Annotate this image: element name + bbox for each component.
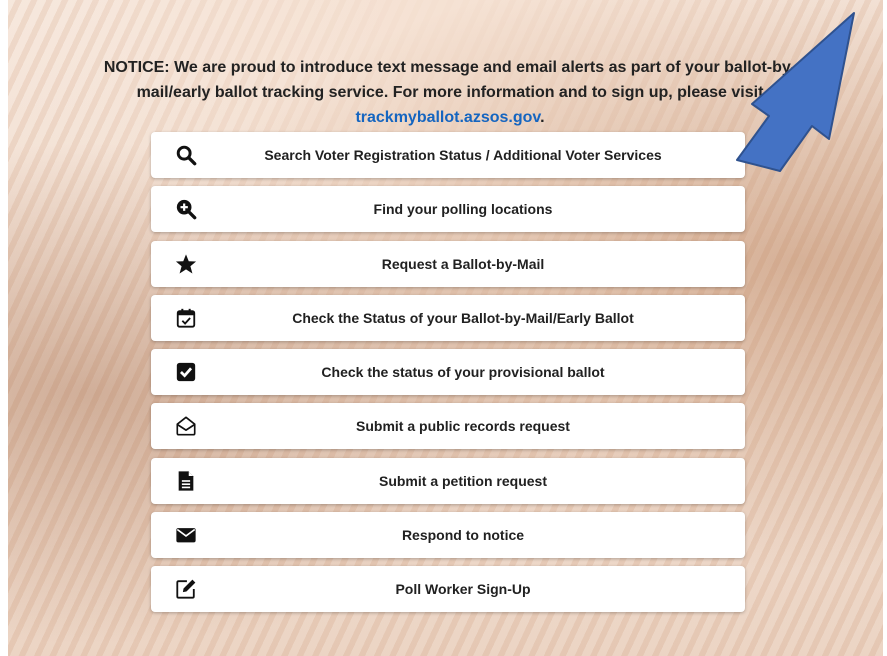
- checkbox-icon: [175, 361, 197, 383]
- menu-item-label: Find your polling locations: [373, 201, 553, 218]
- menu-item-check-provisional-ballot[interactable]: Check the status of your provisional bal…: [151, 349, 745, 396]
- zoom-in-icon: [175, 198, 197, 220]
- trackmyballot-link[interactable]: trackmyballot.azsos.gov: [355, 109, 540, 126]
- menu-item-label: Check the Status of your Ballot-by-Mail/…: [292, 309, 634, 326]
- menu-item-public-records-request[interactable]: Submit a public records request: [151, 403, 745, 450]
- menu-item-label: Check the status of your provisional bal…: [321, 364, 605, 381]
- menu-item-request-ballot-by-mail[interactable]: Request a Ballot-by-Mail: [151, 240, 745, 287]
- menu-item-label: Search Voter Registration Status / Addit…: [264, 147, 662, 163]
- left-frame: [0, 0, 8, 656]
- menu-item-search-voter-registration[interactable]: Search Voter Registration Status / Addit…: [151, 132, 745, 178]
- star-icon: [175, 253, 197, 275]
- calendar-check-icon: [175, 307, 197, 329]
- search-icon: [175, 144, 197, 166]
- envelope-open-icon: [175, 415, 197, 437]
- document-icon: [175, 470, 197, 492]
- menu-item-check-ballot-status[interactable]: Check the Status of your Ballot-by-Mail/…: [151, 294, 745, 341]
- callout-arrow: [728, 5, 887, 173]
- notice-link-suffix: .: [540, 109, 545, 126]
- menu-item-find-polling-locations[interactable]: Find your polling locations: [151, 186, 745, 233]
- menu-item-label: Submit a public records request: [356, 418, 570, 435]
- voter-services-menu: Search Voter Registration Status / Addit…: [151, 132, 745, 621]
- menu-item-label: Request a Ballot-by-Mail: [381, 255, 545, 272]
- notice-text: NOTICE: We are proud to introduce text m…: [80, 55, 820, 130]
- menu-item-label: Poll Worker Sign-Up: [395, 581, 531, 598]
- edit-icon: [175, 578, 197, 600]
- notice-line-2: mail/early ballot tracking service. For …: [136, 84, 764, 101]
- menu-item-respond-to-notice[interactable]: Respond to notice: [151, 512, 745, 559]
- envelope-icon: [175, 524, 197, 546]
- menu-item-petition-request[interactable]: Submit a petition request: [151, 457, 745, 504]
- notice-line-1: NOTICE: We are proud to introduce text m…: [103, 59, 797, 76]
- menu-item-label: Respond to notice: [401, 527, 525, 544]
- menu-item-poll-worker-sign-up[interactable]: Poll Worker Sign-Up: [151, 566, 745, 613]
- menu-item-label: Submit a petition request: [378, 472, 547, 489]
